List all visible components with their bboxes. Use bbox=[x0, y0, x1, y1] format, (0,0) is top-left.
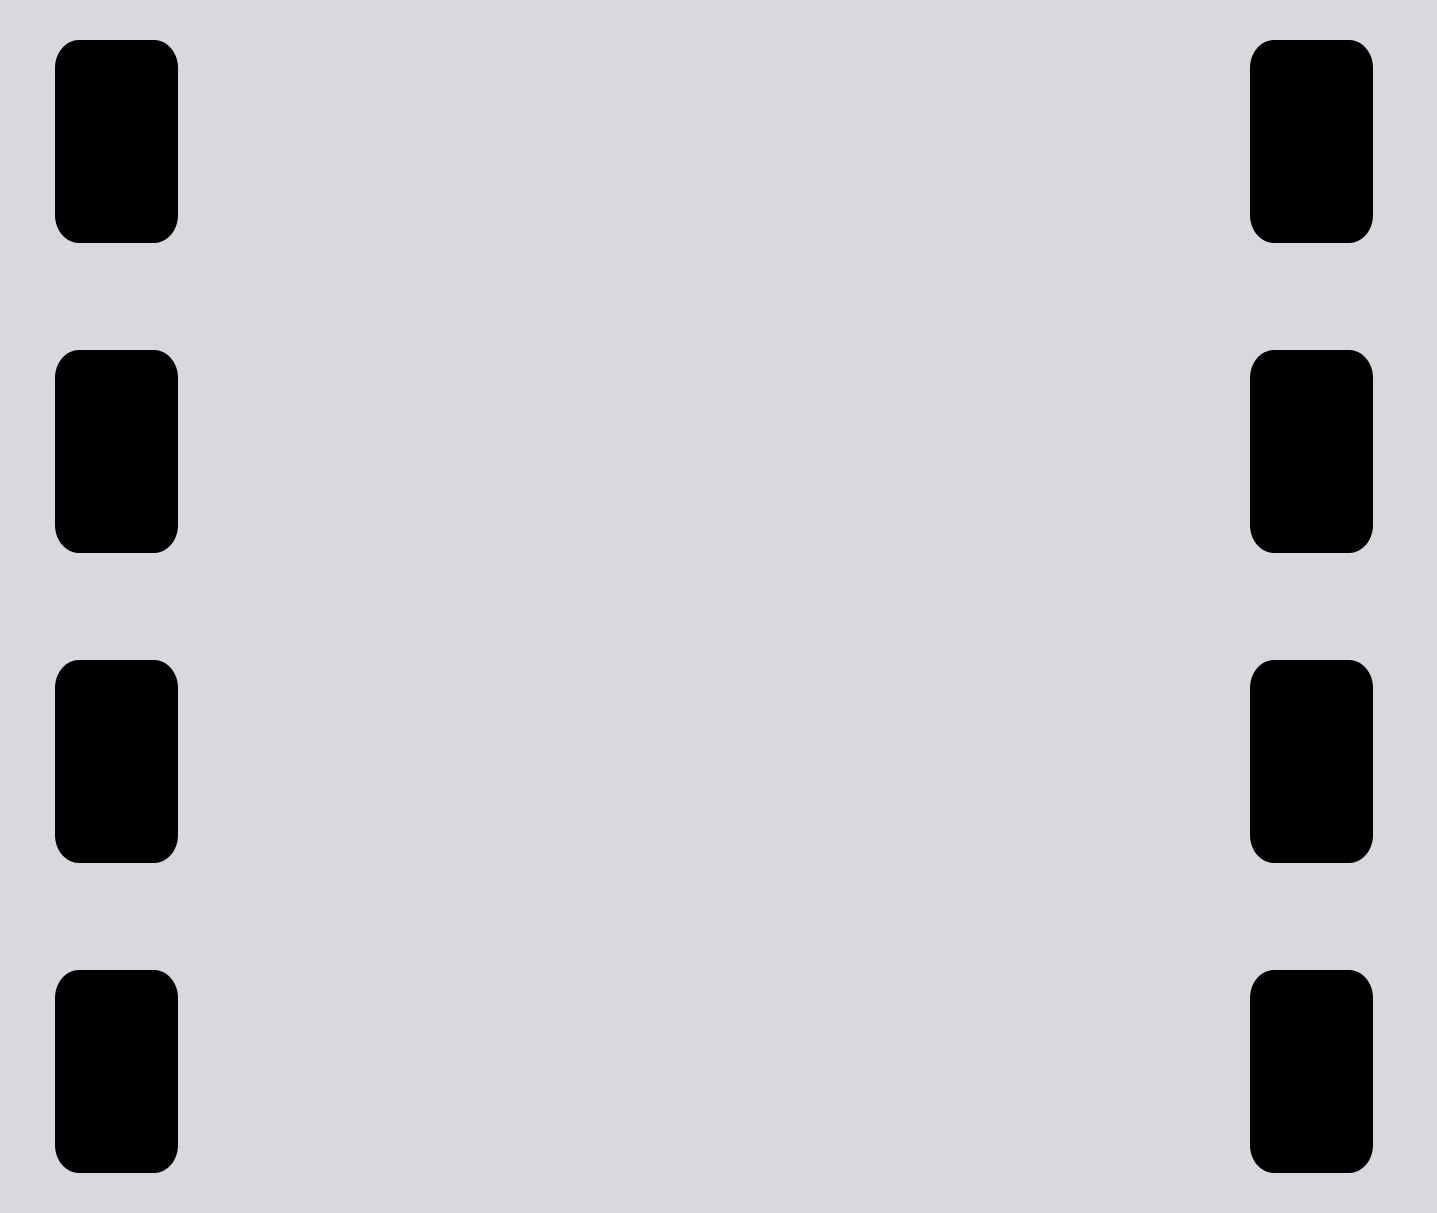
perforation-right-4 bbox=[1250, 970, 1373, 1173]
film-strip bbox=[0, 0, 1437, 1213]
perforation-right-1 bbox=[1250, 40, 1373, 243]
perforation-right-2 bbox=[1250, 350, 1373, 553]
perforation-right-3 bbox=[1250, 660, 1373, 863]
perforation-left-1 bbox=[55, 40, 178, 243]
perforation-left-4 bbox=[55, 970, 178, 1173]
perforation-left-3 bbox=[55, 660, 178, 863]
film-strip-background bbox=[0, 0, 1437, 1213]
perforation-left-2 bbox=[55, 350, 178, 553]
film-strip-icon bbox=[0, 0, 1437, 1213]
